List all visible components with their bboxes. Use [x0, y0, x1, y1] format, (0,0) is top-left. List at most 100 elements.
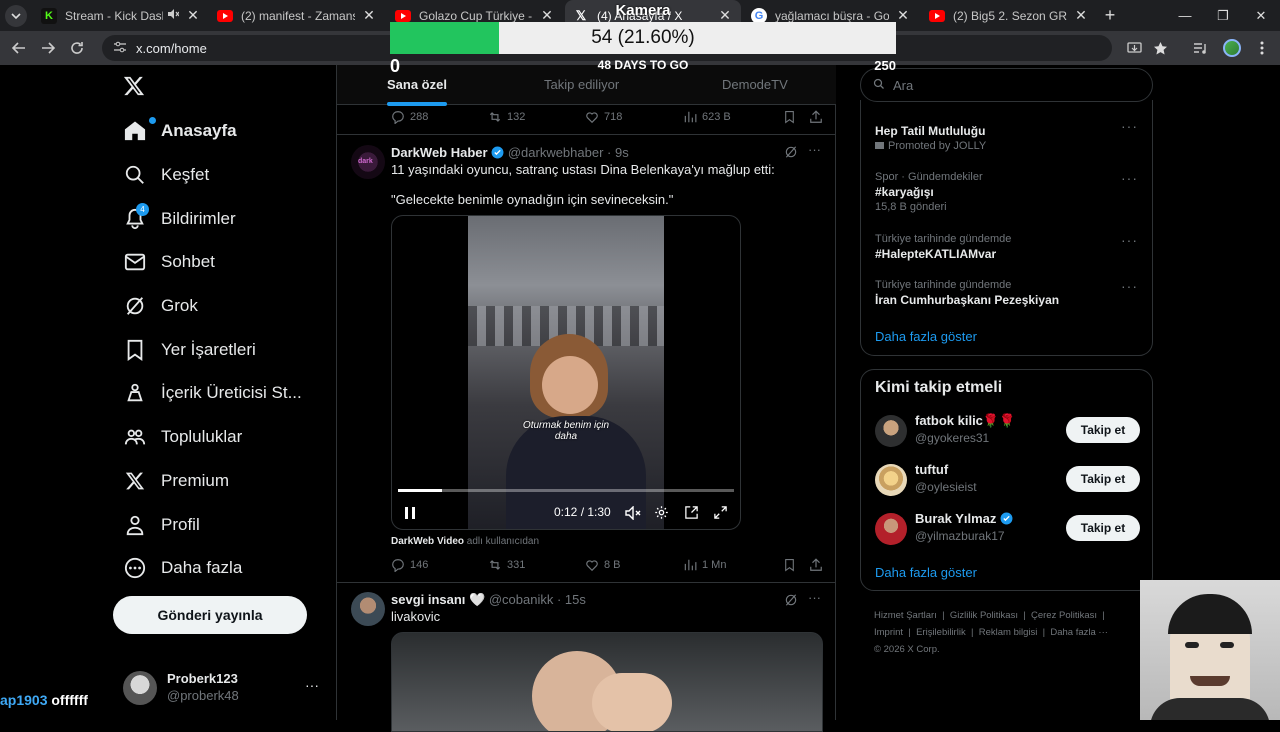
tab-close-icon[interactable]: ✕ [361, 7, 377, 24]
repost-button[interactable]: 331 [488, 558, 525, 572]
follow-button[interactable]: Takip et [1066, 515, 1140, 541]
trend-more-icon[interactable]: ··· [1121, 118, 1138, 134]
browser-menu-icon[interactable] [1252, 38, 1272, 58]
footer-link[interactable]: Erişilebilirlik [916, 627, 966, 638]
video-credit: DarkWeb Video adlı kullanıcıdan [391, 536, 540, 547]
share-button[interactable] [809, 558, 828, 572]
sidebar-item-home[interactable]: Anasayfa [123, 111, 237, 151]
profile-avatar-icon[interactable] [1222, 38, 1242, 58]
footer-link[interactable]: Hizmet Şartları [874, 610, 937, 621]
sidebar-item-grok[interactable]: Grok [123, 286, 198, 326]
x-logo-icon[interactable] [123, 75, 147, 99]
show-more-link[interactable]: Daha fazla göster [875, 565, 977, 580]
reply-button[interactable]: 146 [391, 558, 428, 572]
trend-item[interactable]: Türkiye tarihinde gündemde #HalepteKATLI… [875, 233, 1011, 261]
footer-link[interactable]: Gizlilik Politikası [950, 610, 1018, 621]
trend-more-icon[interactable]: ··· [1121, 278, 1138, 294]
avatar [123, 671, 157, 705]
search-input[interactable]: Ara [860, 68, 1153, 102]
browser-tab[interactable]: K Stream - Kick Dashboard ✕ [33, 0, 209, 31]
sidebar-item-communities[interactable]: Topluluklar [123, 417, 242, 457]
reload-icon [71, 42, 83, 54]
bookmark-star-icon[interactable] [1150, 38, 1170, 58]
forward-button[interactable] [37, 37, 59, 59]
reply-button[interactable]: 288 [391, 110, 428, 124]
account-switcher[interactable]: Proberk123 @proberk48 ··· [121, 665, 335, 713]
trend-item[interactable]: Türkiye tarihinde gündemde İran Cumhurba… [875, 279, 1059, 307]
browser-tab[interactable]: (2) manifest - Zamansızdık ✕ [209, 0, 385, 31]
browser-tab[interactable]: (2) Big5 2. Sezon GRUP6 S ✕ [921, 0, 1097, 31]
fullscreen-icon[interactable] [713, 505, 728, 525]
sidebar-item-premium[interactable]: Premium [123, 461, 229, 501]
tweet-text: "Gelecekte benimle oynadığın için sevine… [391, 192, 674, 207]
sidebar-item-notifications[interactable]: 4 Bildirimler [123, 199, 236, 239]
follow-suggestion[interactable]: tuftuf @oylesieist Takip et [875, 460, 1140, 500]
follow-button[interactable]: Takip et [1066, 466, 1140, 492]
post-button[interactable]: Gönderi yayınla [113, 596, 307, 634]
site-settings-icon[interactable] [114, 41, 126, 56]
tab-for-you[interactable]: Sana özel [387, 77, 447, 106]
bookmark-button[interactable] [783, 110, 801, 124]
tab-close-icon[interactable]: ✕ [1073, 7, 1089, 24]
analytics-icon [684, 111, 697, 123]
tab-demodetv[interactable]: DemodeTV [722, 77, 788, 92]
minimize-button[interactable]: — [1166, 0, 1204, 31]
sidebar-item-bookmarks[interactable]: Yer İşaretleri [123, 330, 256, 370]
tweet-author[interactable]: sevgi insanı 🤍 @cobanikk · 15s [391, 592, 586, 608]
show-more-link[interactable]: Daha fazla göster [875, 329, 977, 344]
tweet-author[interactable]: DarkWeb Haber @darkwebhaber · 9s [391, 145, 629, 162]
close-window-button[interactable]: ✕ [1242, 0, 1280, 31]
sidebar-item-messages[interactable]: Sohbet [123, 242, 215, 282]
grok-icon[interactable] [784, 593, 798, 612]
maximize-button[interactable]: ❐ [1204, 0, 1242, 31]
tweet-image[interactable] [391, 632, 823, 732]
video-player[interactable]: Oturmak benim için daha 0:12 / 1:30 [391, 215, 741, 530]
account-more-icon[interactable]: ··· [305, 677, 319, 693]
tab-following[interactable]: Takip ediliyor [544, 77, 619, 92]
mute-icon[interactable] [625, 505, 641, 525]
tab-close-icon[interactable]: ✕ [185, 7, 201, 24]
follow-suggestion[interactable]: fatbok kilic🌹🌹 @gyokeres31 Takip et [875, 411, 1140, 451]
trend-item[interactable]: Spor · Gündemdekiler #karyağışı 15,8 B g… [875, 171, 983, 213]
picture-in-picture-icon[interactable] [684, 505, 699, 525]
bookmark-button[interactable] [783, 558, 801, 572]
tab-search-button[interactable] [5, 5, 27, 27]
footer-link[interactable]: Imprint [874, 627, 903, 638]
goal-progress-text: 54 (21.60%) [591, 27, 695, 48]
views-button[interactable]: 1 Mn [683, 558, 726, 572]
back-button[interactable] [8, 37, 30, 59]
media-control-icon[interactable] [1190, 38, 1210, 58]
tab-close-icon[interactable]: ✕ [895, 7, 911, 24]
sidebar-item-creator-studio[interactable]: İçerik Üreticisi St... [123, 373, 302, 413]
tweet-more-icon[interactable]: ··· [808, 142, 821, 157]
new-tab-button[interactable]: + [1100, 6, 1120, 26]
share-button[interactable] [809, 110, 828, 124]
trend-more-icon[interactable]: ··· [1121, 232, 1138, 248]
tweet-more-icon[interactable]: ··· [808, 590, 821, 605]
creator-icon [123, 381, 147, 405]
settings-gear-icon[interactable] [654, 505, 669, 525]
sidebar-item-profile[interactable]: Profil [123, 505, 200, 545]
footer-link[interactable]: Daha fazla ··· [1050, 627, 1108, 638]
avatar[interactable] [351, 592, 385, 626]
avatar[interactable]: dark [351, 145, 385, 179]
install-app-icon[interactable] [1124, 38, 1144, 58]
trend-item[interactable]: Hep Tatil Mutluluğu Promoted by JOLLY [875, 122, 986, 152]
sidebar-item-more[interactable]: Daha fazla [123, 548, 242, 588]
repost-button[interactable]: 132 [488, 110, 525, 124]
grok-icon[interactable] [784, 145, 798, 164]
trend-more-icon[interactable]: ··· [1121, 170, 1138, 186]
pause-icon[interactable] [404, 506, 416, 525]
verified-badge-icon [1000, 512, 1013, 528]
follow-suggestion[interactable]: Burak Yılmaz @yilmazburak17 Takip et [875, 509, 1140, 549]
footer-link[interactable]: Reklam bilgisi [979, 627, 1038, 638]
footer-link[interactable]: Çerez Politikası [1031, 610, 1097, 621]
views-button[interactable]: 623 B [683, 110, 731, 124]
muted-speaker-icon[interactable] [167, 8, 180, 23]
like-button[interactable]: 8 B [585, 558, 621, 572]
sidebar-item-explore[interactable]: Keşfet [123, 155, 209, 195]
like-button[interactable]: 718 [585, 110, 622, 124]
follow-button[interactable]: Takip et [1066, 417, 1140, 443]
reload-button[interactable] [66, 37, 88, 59]
video-progress-track[interactable] [398, 489, 734, 492]
